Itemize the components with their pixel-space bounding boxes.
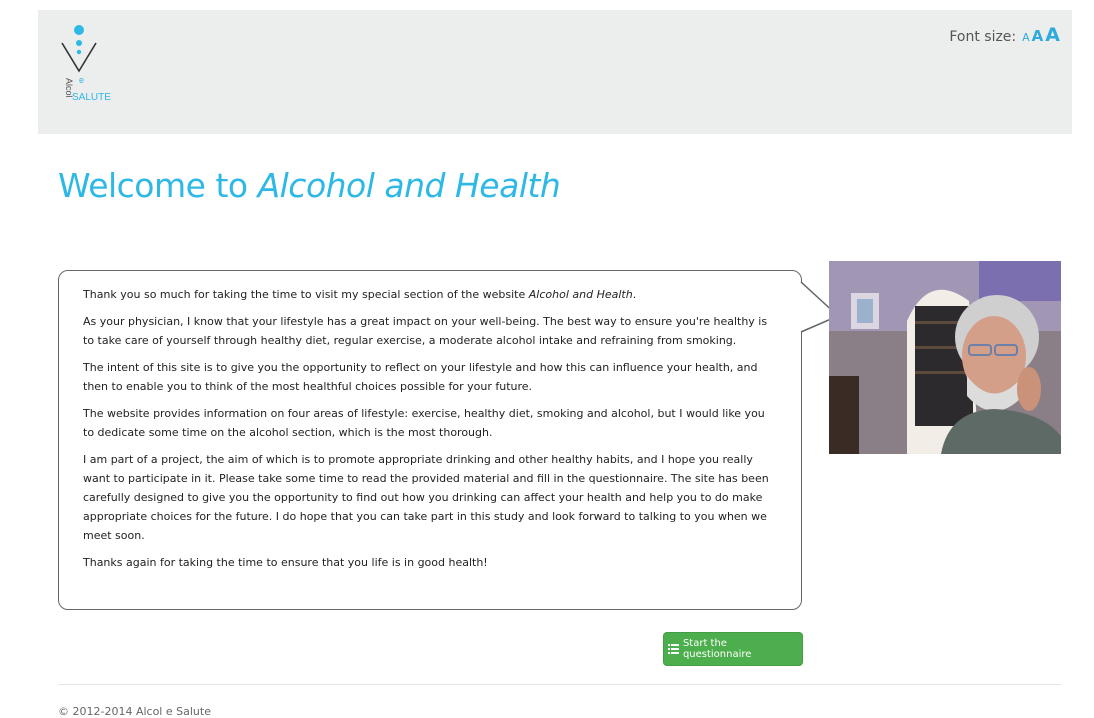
site-header: Alcol e SALUTE Font size: A A A [38,10,1072,134]
font-size-small-button[interactable]: A [1022,31,1030,44]
message-paragraph-4: The website provides information on four… [83,407,765,439]
message-paragraph-5: I am part of a project, the aim of which… [83,453,769,542]
physician-message-bubble: Thank you so much for taking the time to… [58,270,802,610]
p1-site-name: Alcohol and Health [528,288,633,301]
svg-text:SALUTE: SALUTE [72,92,111,103]
font-size-large-button[interactable]: A [1045,24,1060,46]
font-size-control: Font size: A A A [949,24,1060,46]
p1-suffix: . [632,288,637,301]
page-title: Welcome to Alcohol and Health [58,166,561,205]
alcol-e-salute-logo[interactable]: Alcol e SALUTE [58,24,148,104]
footer-copyright: © 2012-2014 Alcol e Salute [58,705,211,718]
footer-divider [58,684,1061,685]
p1-prefix: Thank you so much for taking the time to… [83,288,529,301]
title-emphasis: Alcohol and Health [257,166,561,205]
title-prefix: Welcome to [58,166,258,205]
message-paragraph-6: Thanks again for taking the time to ensu… [83,556,488,569]
svg-text:e: e [79,75,84,85]
message-paragraph-3: The intent of this site is to give you t… [83,361,758,393]
font-size-label: Font size: [949,29,1017,45]
physician-photo [829,261,1061,454]
list-icon [668,644,679,654]
font-size-medium-button[interactable]: A [1032,27,1044,45]
message-paragraph-1: Thank you so much for taking the time to… [83,285,777,304]
message-paragraph-2: As your physician, I know that your life… [83,315,768,347]
start-questionnaire-button[interactable]: Start the questionnaire [663,632,803,666]
start-questionnaire-label: Start the questionnaire [682,638,752,660]
